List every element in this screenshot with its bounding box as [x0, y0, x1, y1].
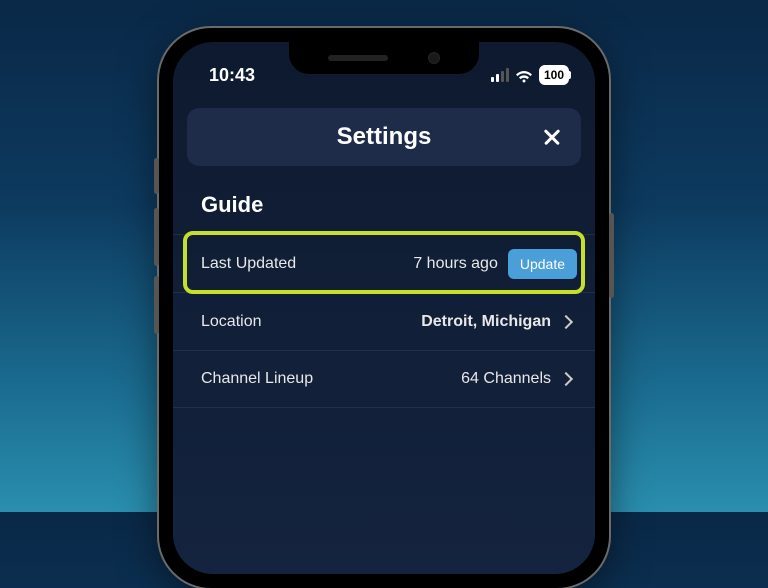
screen: 10:43 100 Settings Guide Last Updated	[173, 42, 595, 574]
row-location[interactable]: Location Detroit, Michigan	[173, 292, 595, 350]
close-icon[interactable]	[541, 126, 563, 148]
row-label: Location	[201, 313, 262, 331]
page-header: Settings	[187, 108, 581, 166]
chevron-right-icon	[559, 314, 573, 328]
power-button	[609, 213, 614, 298]
row-value: 7 hours ago	[413, 255, 498, 273]
page-title: Settings	[337, 123, 432, 151]
chevron-right-icon	[559, 372, 573, 386]
update-button[interactable]: Update	[508, 249, 577, 279]
speaker-grille	[328, 55, 388, 61]
volume-up-button	[154, 208, 159, 266]
battery-indicator: 100	[539, 65, 569, 85]
row-last-updated: Last Updated 7 hours ago Update	[173, 234, 595, 292]
phone-frame: 10:43 100 Settings Guide Last Updated	[159, 28, 609, 588]
wifi-icon	[515, 68, 533, 82]
row-value: Detroit, Michigan	[421, 313, 551, 331]
volume-down-button	[154, 276, 159, 334]
cellular-signal-icon	[491, 68, 509, 82]
row-label: Channel Lineup	[201, 370, 313, 388]
front-camera	[428, 52, 440, 64]
section-title-guide: Guide	[173, 166, 595, 234]
side-button	[154, 158, 159, 194]
status-time: 10:43	[209, 65, 255, 86]
battery-level: 100	[544, 68, 564, 82]
row-channel-lineup[interactable]: Channel Lineup 64 Channels	[173, 350, 595, 408]
row-label: Last Updated	[201, 255, 296, 273]
notch	[289, 42, 479, 74]
row-value: 64 Channels	[461, 370, 551, 388]
